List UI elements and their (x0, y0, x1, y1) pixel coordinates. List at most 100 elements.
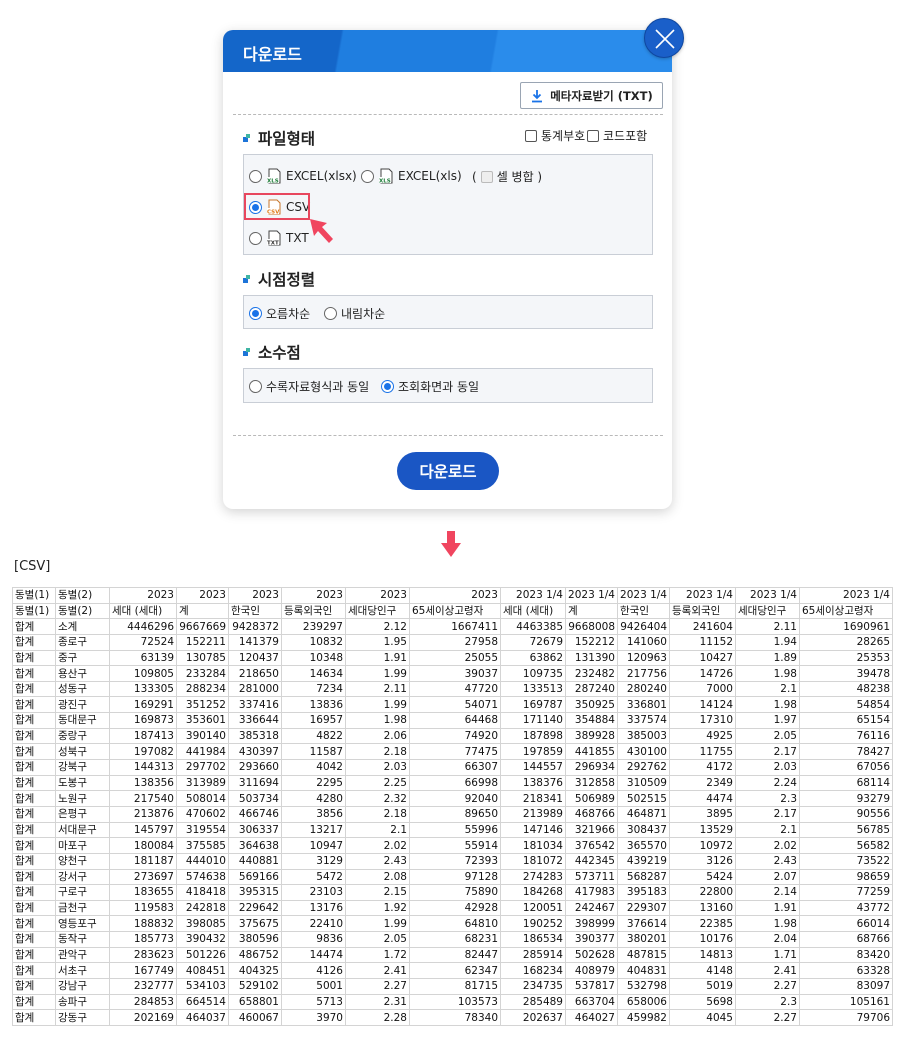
table-cell: 25055 (409, 649, 501, 667)
table-cell: 464027 (565, 1009, 618, 1026)
table-cell: 501226 (176, 946, 229, 964)
table-header-cell: 2023 1/4 (669, 587, 736, 604)
table-cell: 9836 (281, 931, 346, 948)
table-row: 합계 송파구 284853 664514 658801 5713 2.31 103573 285… (12, 993, 893, 1011)
radio-ascending[interactable] (249, 307, 262, 320)
table-cell: 11587 (281, 743, 346, 761)
file-format-title-text: 파일형태 (258, 130, 316, 148)
option-same-as-view[interactable]: 조회화면과 동일 (381, 378, 479, 395)
table-cell: 용산구 (55, 665, 110, 682)
table-cell: 287240 (565, 680, 618, 698)
table-cell: 283623 (109, 946, 177, 964)
table-cell: 418418 (176, 884, 229, 901)
include-code-checkbox-box[interactable] (587, 129, 599, 142)
stat-code-checkbox[interactable]: 통계부호 (525, 127, 585, 144)
table-cell: 144557 (500, 759, 566, 776)
table-cell: 4280 (281, 790, 346, 807)
table-cell: 138356 (109, 774, 177, 792)
table-cell: 365570 (617, 837, 670, 854)
table-cell: 4446296 (109, 618, 177, 635)
table-row: 합계 마포구 180084 375585 364638 10947 2.02 55914 181… (12, 837, 893, 854)
option-excel-xls[interactable]: XLS EXCEL(xls) (361, 168, 462, 184)
table-cell: 439219 (617, 852, 670, 870)
table-cell: 10832 (281, 633, 346, 651)
table-cell: 1.99 (345, 696, 410, 714)
table-cell: 239297 (281, 618, 346, 635)
table-cell: 464037 (176, 1009, 229, 1026)
table-cell: 390377 (565, 931, 618, 948)
table-cell: 232777 (109, 978, 177, 995)
table-cell: 98659 (799, 868, 893, 886)
table-cell: 7000 (669, 680, 736, 698)
excel-xlsx-label: EXCEL(xlsx) (286, 169, 357, 183)
table-cell: 2.18 (345, 743, 410, 761)
option-ascending[interactable]: 오름차순 (249, 305, 310, 322)
metadata-download-button[interactable]: 메타자료받기 (TXT) (520, 82, 663, 109)
option-descending[interactable]: 내림차순 (324, 305, 385, 322)
option-same-as-source[interactable]: 수록자료형식과 동일 (249, 378, 369, 395)
table-cell: 398085 (176, 915, 229, 933)
radio-descending[interactable] (324, 307, 337, 320)
table-cell: 양천구 (55, 852, 110, 870)
table-cell: 합계 (12, 696, 56, 714)
table-header-row: 동별(1) 동별(2) 2023 2023 2023 2023 2023 2023 2023 1… (12, 587, 893, 604)
table-cell: 2.28 (345, 1009, 410, 1026)
table-cell: 120051 (500, 899, 566, 917)
table-cell: 152211 (176, 633, 229, 651)
table-cell: 4172 (669, 759, 736, 776)
table-cell: 1.97 (735, 712, 800, 729)
table-cell: 120963 (617, 649, 670, 667)
download-button[interactable]: 다운로드 (397, 452, 499, 490)
table-cell: 502515 (617, 790, 670, 807)
table-cell: 109735 (500, 665, 566, 682)
table-cell: 4045 (669, 1009, 736, 1026)
table-cell: 2.15 (345, 884, 410, 901)
table-cell: 27958 (409, 633, 501, 651)
table-cell: 296934 (565, 759, 618, 776)
option-txt[interactable]: TXT TXT (249, 230, 309, 246)
radio-txt[interactable] (249, 231, 262, 245)
table-cell: 468766 (565, 805, 618, 823)
table-cell: 351252 (176, 696, 229, 714)
close-button[interactable] (644, 18, 684, 58)
table-cell: 56785 (799, 821, 893, 839)
table-cell: 181034 (500, 837, 566, 854)
table-header-cell: 세대 (세대) (500, 602, 566, 620)
table-cell: 4463385 (500, 618, 566, 635)
table-cell: 합계 (12, 618, 56, 635)
file-format-section-title: 파일형태 (243, 127, 315, 149)
stat-code-checkbox-box[interactable] (525, 129, 537, 142)
table-cell: 2.02 (735, 837, 800, 854)
table-cell: 336801 (617, 696, 670, 714)
table-cell: 광진구 (55, 696, 110, 714)
table-cell: 합계 (12, 759, 56, 776)
table-cell: 4126 (281, 962, 346, 980)
table-cell: 합계 (12, 962, 56, 980)
table-cell: 동작구 (55, 931, 110, 948)
radio-same-as-view[interactable] (381, 380, 394, 393)
radio-same-as-source[interactable] (249, 380, 262, 393)
table-cell: 229642 (228, 899, 282, 917)
table-cell: 297702 (176, 759, 229, 776)
metadata-button-label: 메타자료받기 (TXT) (550, 88, 653, 103)
table-cell: 합계 (12, 649, 56, 667)
table-header-cell: 동별(2) (55, 602, 110, 620)
radio-excel-xlsx[interactable] (249, 169, 262, 183)
table-cell: 281000 (228, 680, 282, 698)
merge-cells-option[interactable]: ( 셀 병합 ) (472, 168, 542, 185)
table-cell: 319554 (176, 821, 229, 839)
table-cell: 3126 (669, 852, 736, 870)
table-cell: 234735 (500, 978, 566, 995)
download-dialog: 다운로드 메타자료받기 (TXT) 파일형태 통계부호 코드포함 XLS EXC… (223, 18, 684, 509)
table-cell: 190252 (500, 915, 566, 933)
table-cell: 336644 (228, 712, 282, 729)
option-excel-xlsx[interactable]: XLS EXCEL(xlsx) (249, 168, 357, 184)
table-cell: 합계 (12, 821, 56, 839)
include-code-checkbox[interactable]: 코드포함 (587, 127, 647, 144)
radio-excel-xls[interactable] (361, 169, 374, 183)
table-cell: 66014 (799, 915, 893, 933)
table-cell: 568287 (617, 868, 670, 886)
table-cell: 2.17 (735, 805, 800, 823)
table-cell: 218341 (500, 790, 566, 807)
merge-cells-checkbox[interactable] (480, 170, 493, 183)
